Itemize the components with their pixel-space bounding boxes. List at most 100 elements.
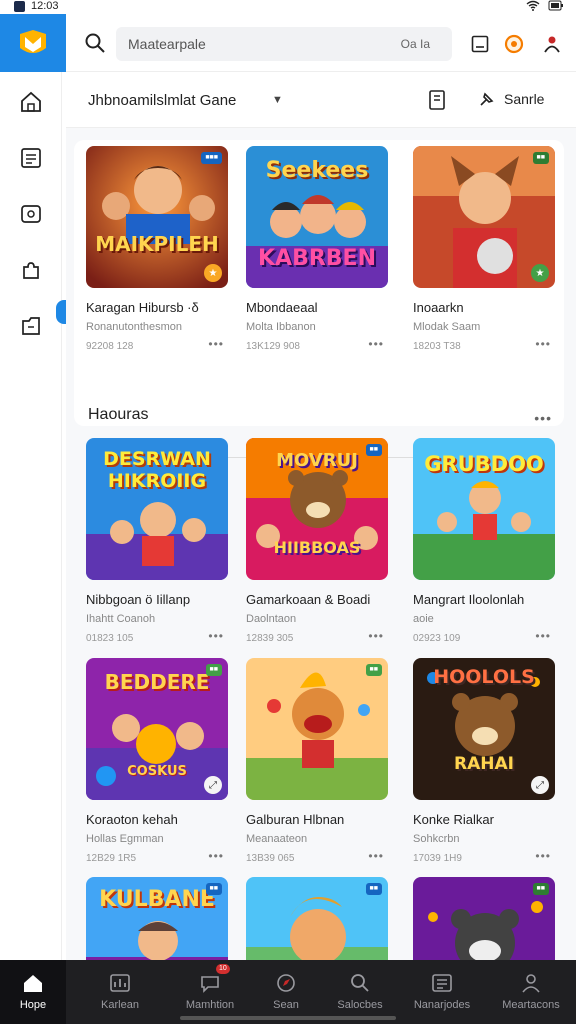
game-thumbnail[interactable]: KULBANE ■■ xyxy=(86,877,228,960)
search-placeholder: Maatearpale xyxy=(128,36,206,52)
game-subtitle: Daolntaon xyxy=(246,613,297,625)
more-icon[interactable]: ••• xyxy=(208,337,224,351)
gamepad-icon xyxy=(21,205,41,223)
more-icon[interactable]: ••• xyxy=(368,849,384,863)
game-card[interactable]: GRUBDOO Mangrart Iloolonlah aoie 02923 1… xyxy=(413,438,555,645)
status-bar: 12:03 xyxy=(0,0,576,14)
app-logo[interactable] xyxy=(0,14,66,72)
nav-meartacons[interactable]: Meartacons xyxy=(490,960,572,1024)
game-card[interactable]: DESRWAN HIKROIIG Nibbgoan ö Iillanp Ihah… xyxy=(86,438,228,645)
thumbnail-art-text: KABRBEN xyxy=(258,246,376,271)
nav-karlean[interactable]: Karlean xyxy=(84,960,156,1024)
more-icon[interactable]: ••• xyxy=(208,629,224,643)
nav-label: Salocbes xyxy=(337,999,383,1011)
game-card[interactable]: ■■ Galburan Hlbnan Meanaateon 13B39 065 •… xyxy=(246,658,388,865)
game-thumbnail[interactable]: HOOLOLS RAHAI ⤢ xyxy=(413,658,555,800)
game-title: Karagan Hibursb ·δ xyxy=(86,300,199,315)
sidebar-item-puzzle[interactable] xyxy=(17,256,45,284)
game-title: Inoaarkn xyxy=(413,300,464,315)
section-header: Jhbnoamilslmlat Gane ▼ Sanrle xyxy=(66,72,576,128)
notification-icon xyxy=(14,0,25,12)
game-card[interactable]: ■■ xyxy=(246,877,388,960)
game-card[interactable]: MOVRUJ HIIBBOAS ■■ Gamarkoaan & Boadi Da… xyxy=(246,438,388,645)
game-card[interactable]: MAIKPILEH ■■■ ★ Karagan Hibursb ·δ Ronan… xyxy=(86,146,228,353)
game-card[interactable]: ■■ xyxy=(413,877,555,960)
nav-sean[interactable]: Sean xyxy=(250,960,322,1024)
more-icon[interactable]: ••• xyxy=(535,849,551,863)
more-icon[interactable]: ••• xyxy=(535,629,551,643)
search-input[interactable]: Maatearpale Oa Ia xyxy=(116,27,452,61)
sidebar-item-games[interactable] xyxy=(17,200,45,228)
game-subtitle: aoie xyxy=(413,613,434,625)
tag-badge: ■■ xyxy=(365,444,382,456)
more-icon[interactable]: ••• xyxy=(534,410,552,426)
search-hint: Oa Ia xyxy=(400,37,430,51)
status-time: 12:03 xyxy=(31,0,59,12)
game-meta: 17039 1H9 xyxy=(413,853,462,864)
battery-icon xyxy=(548,0,563,11)
game-title: Koraoton kehah xyxy=(86,812,178,827)
home-icon xyxy=(21,91,41,112)
game-thumbnail[interactable]: ■■ xyxy=(413,877,555,960)
nav-label: Mamhtion xyxy=(185,999,235,1011)
sort-button[interactable]: Sanrle xyxy=(478,90,544,108)
game-thumbnail[interactable]: ■■ xyxy=(246,658,388,800)
game-card[interactable]: ■■ ★ Inoaarkn Mlodak Saam 18203 T38 ••• xyxy=(413,146,555,353)
sidebar-item-home[interactable] xyxy=(17,88,45,116)
game-card[interactable]: KULBANE ■■ xyxy=(86,877,228,960)
nav-label: Meartacons xyxy=(502,999,560,1011)
game-thumbnail[interactable]: Seekees KABRBEN xyxy=(246,146,388,288)
more-icon[interactable]: ••• xyxy=(368,629,384,643)
game-card[interactable]: HOOLOLS RAHAI ⤢ Konke Rialkar Sohkcrbn 1… xyxy=(413,658,555,865)
nav-mamhtion[interactable]: 10 Mamhtion xyxy=(174,960,246,1024)
game-thumbnail[interactable]: BEDDERE COSKUS ■■ ⤢ xyxy=(86,658,228,800)
puzzle-icon xyxy=(23,262,39,279)
game-thumbnail[interactable]: ■■ xyxy=(246,877,388,960)
thumbnail-art-text: HIIBBOAS xyxy=(273,538,361,557)
tag-badge: ■■ xyxy=(532,152,549,164)
tag-badge: ■■ xyxy=(532,883,549,895)
thumbnail-art-text: GRUBDOO xyxy=(424,452,544,476)
rating-icon: ★ xyxy=(531,264,549,282)
game-card[interactable]: Seekees KABRBEN Mbondaeaal Molta Ibbanon… xyxy=(246,146,388,353)
nav-salocbes[interactable]: Salocbes xyxy=(324,960,396,1024)
chevron-down-icon[interactable]: ▼ xyxy=(272,94,283,106)
chat-icon xyxy=(201,976,219,993)
game-subtitle: Meanaateon xyxy=(246,833,308,845)
tag-badge: ■■ xyxy=(205,664,222,676)
game-thumbnail[interactable]: MAIKPILEH ■■■ ★ xyxy=(86,146,228,288)
profile-icon[interactable] xyxy=(540,32,564,56)
nav-home[interactable]: Hope xyxy=(0,960,66,1024)
game-thumbnail[interactable]: DESRWAN HIKROIIG xyxy=(86,438,228,580)
chart-icon xyxy=(110,974,130,992)
game-thumbnail[interactable]: ■■ ★ xyxy=(413,146,555,288)
game-subtitle: Molta Ibbanon xyxy=(246,321,316,333)
search-icon[interactable] xyxy=(84,32,106,54)
screen-icon[interactable] xyxy=(468,32,492,56)
game-subtitle: Ronanutonthesmon xyxy=(86,321,183,333)
game-meta: 12B29 1R5 xyxy=(86,853,137,864)
thumbnail-art-text: HIKROIIG xyxy=(107,470,207,492)
game-thumbnail[interactable]: MOVRUJ HIIBBOAS ■■ xyxy=(246,438,388,580)
game-thumbnail[interactable]: GRUBDOO xyxy=(413,438,555,580)
game-title: Konke Rialkar xyxy=(413,812,494,827)
home-icon xyxy=(24,975,42,992)
section-title[interactable]: Jhbnoamilslmlat Gane xyxy=(88,92,236,109)
nav-nanarjodes[interactable]: Nanarjodes xyxy=(406,960,478,1024)
game-card[interactable]: BEDDERE COSKUS ■■ ⤢ Koraoton kehah Holla… xyxy=(86,658,228,865)
more-icon[interactable]: ••• xyxy=(208,849,224,863)
sidebar-item-library[interactable] xyxy=(17,312,45,340)
sidebar-item-list[interactable] xyxy=(17,144,45,172)
tag-badge: ■■■ xyxy=(201,152,222,164)
home-indicator[interactable] xyxy=(180,1016,396,1020)
top-header: Maatearpale Oa Ia xyxy=(66,14,576,72)
more-icon[interactable]: ••• xyxy=(535,337,551,351)
sidebar-handle[interactable] xyxy=(56,300,66,324)
folder-icon xyxy=(22,317,40,335)
game-subtitle: Hollas Egmman xyxy=(86,833,164,845)
thumbnail-art-text: HOOLOLS xyxy=(433,666,535,688)
bookmark-icon[interactable] xyxy=(428,90,446,110)
coin-icon[interactable] xyxy=(502,32,526,56)
more-icon[interactable]: ••• xyxy=(368,337,384,351)
game-title: Mbondaeaal xyxy=(246,300,318,315)
